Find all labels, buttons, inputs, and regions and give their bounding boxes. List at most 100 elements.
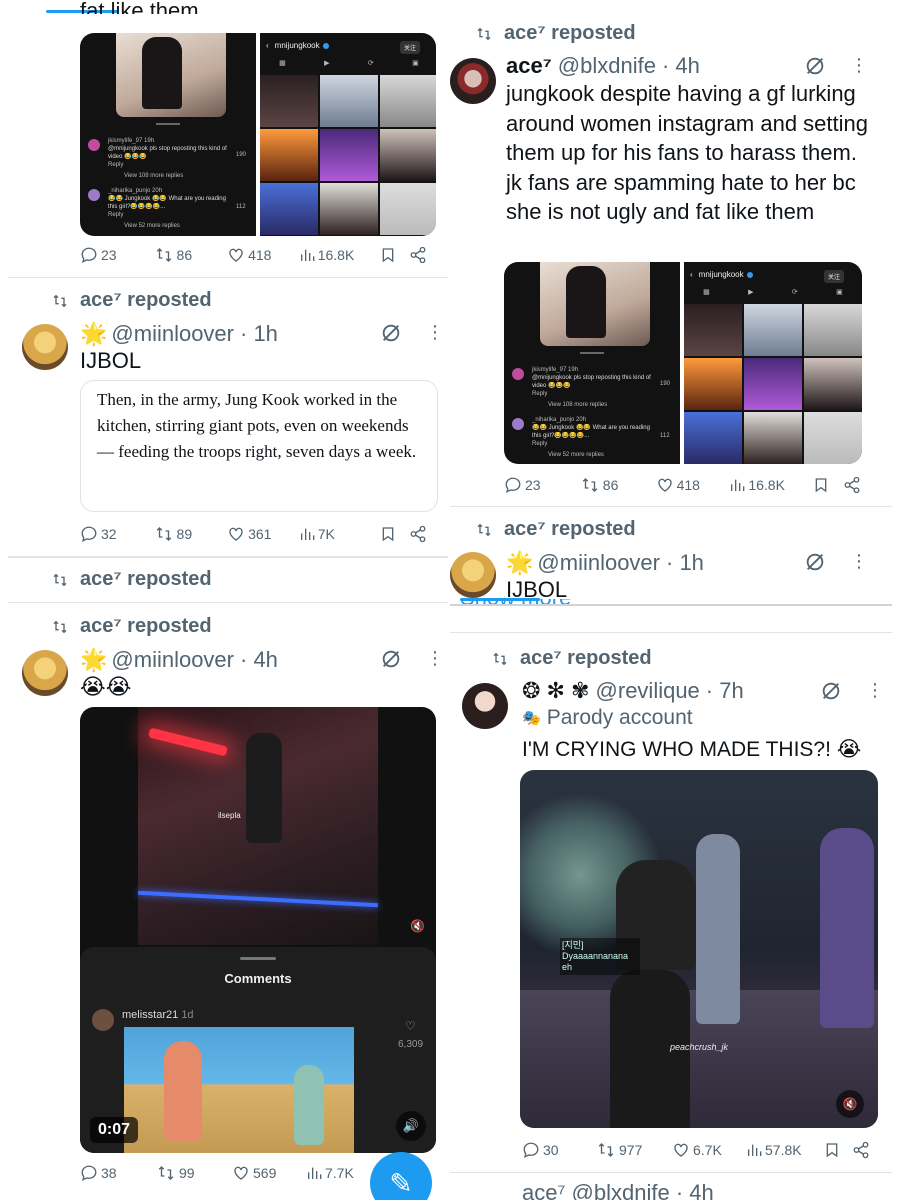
back-icon[interactable]: ‹ bbox=[266, 41, 269, 50]
grok-icon[interactable] bbox=[380, 648, 402, 675]
post-handle[interactable]: @miinloover bbox=[111, 647, 234, 673]
more-icon[interactable]: ⋮ bbox=[850, 551, 868, 572]
repost-button[interactable]: 99 bbox=[156, 1164, 232, 1182]
mute-icon[interactable]: 🔇 bbox=[410, 919, 425, 933]
avatar[interactable] bbox=[462, 683, 508, 729]
repost-tab-icon[interactable]: ⟳ bbox=[792, 288, 798, 296]
repost-tab-icon[interactable]: ⟳ bbox=[368, 59, 374, 67]
views-icon bbox=[308, 1167, 322, 1179]
grid-tile[interactable] bbox=[320, 75, 378, 127]
reply-button[interactable]: 23 bbox=[504, 476, 580, 494]
more-icon[interactable]: ⋮ bbox=[426, 648, 444, 669]
heart-icon bbox=[234, 1166, 248, 1180]
avatar[interactable] bbox=[22, 650, 68, 696]
grid-tile[interactable] bbox=[744, 304, 802, 356]
comment-heart-icon[interactable]: ♡ bbox=[405, 1019, 416, 1033]
grid-tile[interactable] bbox=[684, 412, 742, 464]
ig-follow-button[interactable]: 关注 bbox=[400, 41, 421, 54]
grid-tile[interactable] bbox=[804, 358, 862, 410]
avatar[interactable] bbox=[22, 324, 68, 370]
like-button[interactable]: 569 bbox=[232, 1164, 306, 1182]
like-button[interactable]: 6.7K bbox=[672, 1141, 746, 1159]
more-icon[interactable]: ⋮ bbox=[426, 322, 444, 343]
post-video[interactable]: ilsepla 🔇 Comments melisstar21 1d ♡ 6,30… bbox=[80, 707, 436, 1153]
repost-button[interactable]: 86 bbox=[580, 476, 656, 494]
like-button[interactable]: 418 bbox=[656, 476, 730, 494]
grok-icon[interactable] bbox=[820, 680, 842, 707]
post-handle[interactable]: @blxdnife bbox=[558, 53, 656, 79]
repost-button[interactable]: 977 bbox=[596, 1141, 672, 1159]
reply-button[interactable]: 30 bbox=[522, 1141, 596, 1159]
grid-tile[interactable] bbox=[744, 412, 802, 464]
repost-button[interactable]: 86 bbox=[154, 246, 228, 264]
tagged-icon[interactable]: ▣ bbox=[412, 59, 419, 67]
like-button[interactable]: 361 bbox=[227, 525, 299, 543]
share-button[interactable] bbox=[409, 246, 430, 264]
grid-tile[interactable] bbox=[804, 304, 862, 356]
post-header: 🌟 @miinloover · 1h bbox=[506, 550, 704, 576]
video-watermark: ilsepla bbox=[218, 811, 241, 820]
share-button[interactable] bbox=[852, 1141, 873, 1159]
reply-button[interactable]: 38 bbox=[80, 1164, 156, 1182]
bookmark-button[interactable] bbox=[824, 1141, 852, 1159]
video-watermark: peachcrush_jk bbox=[670, 1042, 729, 1052]
next-post-fragment: ace⁷ @blxdnife · 4h bbox=[522, 1184, 714, 1200]
post-handle[interactable]: @revilique bbox=[596, 678, 700, 704]
bookmark-button[interactable] bbox=[380, 525, 409, 543]
more-icon[interactable]: ⋮ bbox=[866, 680, 884, 701]
grid-icon[interactable]: ▦ bbox=[703, 288, 710, 296]
repost-icon bbox=[477, 523, 491, 536]
grid-tile[interactable] bbox=[804, 412, 862, 464]
views-button[interactable]: 16.8K bbox=[299, 247, 380, 263]
views-button[interactable]: 57.8K bbox=[746, 1142, 824, 1158]
repost-button[interactable]: 89 bbox=[154, 525, 228, 543]
post-media-embed[interactable]: jkismylife_97 19h @mnijungkook pls stop … bbox=[80, 33, 436, 236]
grid-tile[interactable] bbox=[684, 304, 742, 356]
grid-tile[interactable] bbox=[260, 183, 318, 235]
avatar[interactable] bbox=[450, 58, 496, 104]
grid-tile[interactable] bbox=[260, 75, 318, 127]
grok-icon[interactable] bbox=[380, 322, 402, 349]
grid-tile[interactable] bbox=[320, 129, 378, 181]
grok-icon[interactable] bbox=[804, 55, 826, 82]
views-button[interactable]: 16.8K bbox=[729, 477, 813, 493]
views-button[interactable]: 7K bbox=[299, 526, 380, 542]
more-icon[interactable]: ⋮ bbox=[850, 55, 868, 76]
reels-icon[interactable]: ▶ bbox=[324, 59, 329, 67]
post-text: 😭😭 bbox=[80, 674, 132, 699]
mute-icon[interactable]: 🔇 bbox=[836, 1090, 864, 1118]
bookmark-button[interactable] bbox=[380, 246, 409, 264]
ig-follow-button[interactable]: 关注 bbox=[824, 270, 845, 283]
reply-button[interactable]: 23 bbox=[80, 246, 154, 264]
grid-icon[interactable]: ▦ bbox=[279, 59, 286, 67]
bookmark-button[interactable] bbox=[813, 476, 843, 494]
post-media-embed[interactable]: jkismylife_97 19h @mnijungkook pls stop … bbox=[504, 262, 862, 464]
volume-icon[interactable]: 🔊 bbox=[396, 1111, 426, 1141]
tagged-icon[interactable]: ▣ bbox=[836, 288, 843, 296]
grid-tile[interactable] bbox=[380, 75, 436, 127]
avatar[interactable] bbox=[450, 552, 496, 598]
ig-left-pane: jkismylife_97 19h @mnijungkook pls stop … bbox=[80, 33, 256, 236]
back-icon[interactable]: ‹ bbox=[690, 270, 693, 279]
post-author[interactable]: ❂ ✻ ✾ bbox=[522, 678, 590, 704]
reply-button[interactable]: 32 bbox=[80, 525, 154, 543]
share-button[interactable] bbox=[843, 476, 864, 494]
parody-badge: 🎭 Parody account bbox=[522, 706, 693, 729]
grid-tile[interactable] bbox=[684, 358, 742, 410]
post-handle[interactable]: @miinloover bbox=[537, 550, 660, 576]
grid-tile[interactable] bbox=[380, 129, 436, 181]
comment-gif[interactable] bbox=[124, 1027, 354, 1153]
grid-tile[interactable] bbox=[744, 358, 802, 410]
share-button[interactable] bbox=[409, 525, 430, 543]
grid-tile[interactable] bbox=[260, 129, 318, 181]
post-author[interactable]: ace⁷ bbox=[506, 53, 552, 79]
reels-icon[interactable]: ▶ bbox=[748, 288, 753, 296]
compose-button[interactable]: ✎ bbox=[370, 1152, 432, 1200]
post-video[interactable]: [지민] Dyaaaannanana eh peachcrush_jk 🔇 bbox=[520, 770, 878, 1128]
quote-card[interactable]: Then, in the army, Jung Kook worked in t… bbox=[80, 380, 438, 512]
post-handle[interactable]: @miinloover bbox=[111, 321, 234, 347]
like-button[interactable]: 418 bbox=[227, 246, 299, 264]
grid-tile[interactable] bbox=[320, 183, 378, 235]
grid-tile[interactable] bbox=[380, 183, 436, 235]
grok-icon[interactable] bbox=[804, 551, 826, 578]
